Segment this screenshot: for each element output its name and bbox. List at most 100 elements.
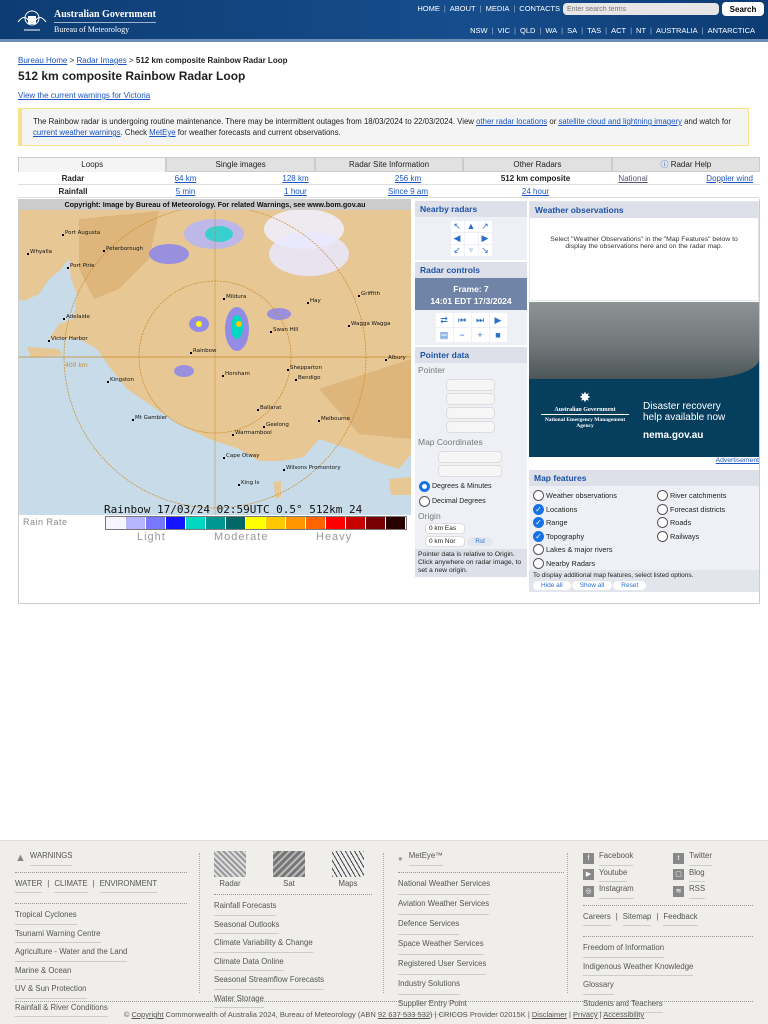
breadcrumb-home[interactable]: Bureau Home xyxy=(18,56,67,65)
footer-link[interactable]: Indigenous Weather Knowledge xyxy=(583,962,694,976)
pointer-field-4[interactable] xyxy=(446,421,495,433)
advertisement-banner[interactable]: ✸ Australian Government National Emergen… xyxy=(529,302,759,457)
footer-link[interactable]: Marine & Ocean xyxy=(15,966,72,980)
arrow-northeast-icon[interactable]: ↗ xyxy=(478,221,492,232)
range-256km-link[interactable]: 256 km xyxy=(395,174,421,183)
footer-link[interactable]: Seasonal Streamflow Forecasts xyxy=(214,975,325,990)
warnings-link[interactable]: View the current warnings for Victoria xyxy=(18,91,150,100)
footer-link[interactable]: Climate Variability & Change xyxy=(214,938,313,953)
search-button[interactable]: Search xyxy=(722,2,764,16)
radar-thumb[interactable]: Radar xyxy=(214,851,246,888)
accessibility-link[interactable]: Accessibility xyxy=(603,1010,644,1019)
footer-link[interactable]: Industry Solutions xyxy=(398,979,460,995)
footer-link[interactable]: Registered User Services xyxy=(398,959,487,975)
nav-home[interactable]: HOME xyxy=(417,4,440,13)
map-coord-field-1[interactable] xyxy=(438,451,502,463)
tab-other-radars[interactable]: Other Radars xyxy=(463,157,612,172)
checkbox-unchecked[interactable] xyxy=(533,557,544,569)
footer-link[interactable]: Freedom of Information xyxy=(583,943,665,958)
state-nav-wa[interactable]: WA xyxy=(545,26,557,35)
feature-lakes-major-rivers[interactable]: Lakes & major rivers xyxy=(533,543,657,557)
footer-careers[interactable]: Careers xyxy=(583,912,611,926)
checkbox-checked[interactable]: ✓ xyxy=(533,530,544,542)
rainfall-1hour-link[interactable]: 1 hour xyxy=(284,187,307,196)
social-rss[interactable]: ≋ RSS xyxy=(673,884,753,899)
checkbox-unchecked[interactable] xyxy=(657,503,668,515)
state-nav-australia[interactable]: AUSTRALIA xyxy=(656,26,698,35)
arrow-north-icon[interactable]: ▲ xyxy=(464,221,478,232)
feature-topography[interactable]: ✓ Topography xyxy=(533,530,657,544)
social-facebook[interactable]: f Facebook xyxy=(583,851,673,866)
feature-nearby-radars[interactable]: Nearby Radars xyxy=(533,557,657,571)
privacy-link[interactable]: Privacy xyxy=(573,1010,598,1019)
play-icon[interactable]: ▶ xyxy=(489,313,507,327)
state-nav-act[interactable]: ACT xyxy=(611,26,626,35)
reset-button[interactable]: Reset xyxy=(613,581,647,590)
maps-thumb[interactable]: Maps xyxy=(332,851,364,888)
other-radars-link[interactable]: other radar locations xyxy=(476,117,547,126)
meteye-link[interactable]: MetEye xyxy=(149,128,175,137)
feature-locations[interactable]: ✓ Locations xyxy=(533,503,657,517)
checkbox-unchecked[interactable] xyxy=(533,490,544,502)
slower-icon[interactable]: − xyxy=(453,328,471,342)
footer-link[interactable]: Seasonal Outlooks xyxy=(214,920,280,934)
arrow-southwest-icon[interactable]: ↙ xyxy=(450,245,464,256)
doppler-wind-link[interactable]: Doppler wind xyxy=(706,174,753,183)
checkbox-unchecked[interactable] xyxy=(533,544,544,556)
toggle-loop-icon[interactable]: ⇄ xyxy=(435,313,453,327)
tab-loops[interactable]: Loops xyxy=(18,157,167,172)
footer-link[interactable]: Climate Data Online xyxy=(214,957,284,971)
rainfall-5min-link[interactable]: 5 min xyxy=(176,187,196,196)
advertisement-link[interactable]: Advertisement xyxy=(716,457,759,464)
footer-climate[interactable]: CLIMATE xyxy=(54,879,88,893)
footer-sitemap[interactable]: Sitemap xyxy=(622,912,652,926)
rainfall-since9am-link[interactable]: Since 9 am xyxy=(388,187,428,196)
pointer-field-1[interactable] xyxy=(446,379,495,391)
map-coord-field-2[interactable] xyxy=(438,465,502,477)
radar-image[interactable]: 400 km Port Augusta Peterborough Whyalla Po… xyxy=(19,199,413,549)
footer-link[interactable]: Tropical Cyclones xyxy=(15,910,77,925)
nav-about[interactable]: ABOUT xyxy=(450,4,476,13)
stop-icon[interactable]: ■ xyxy=(489,328,507,342)
tab-radar-site-info[interactable]: Radar Site Information xyxy=(314,157,464,172)
search-input[interactable] xyxy=(563,3,719,15)
state-nav-tas[interactable]: TAS xyxy=(587,26,601,35)
bom-logo[interactable]: Australian Government Bureau of Meteorolo… xyxy=(14,8,156,34)
faster-icon[interactable]: + xyxy=(471,328,489,342)
range-128km-link[interactable]: 128 km xyxy=(282,174,308,183)
state-nav-sa[interactable]: SA xyxy=(567,26,577,35)
feature-weather-observations[interactable]: Weather observations xyxy=(533,489,657,503)
radar-map[interactable]: 400 km Port Augusta Peterborough Whyalla Po… xyxy=(19,199,411,515)
footer-link[interactable]: Agriculture - Water and the Land xyxy=(15,947,128,962)
social-instagram[interactable]: ◎ Instagram xyxy=(583,884,673,899)
checkbox-checked[interactable]: ✓ xyxy=(533,503,544,515)
hide-all-button[interactable]: Hide all xyxy=(533,581,571,590)
decimal-degrees-radio[interactable]: Decimal Degrees xyxy=(415,494,527,509)
footer-link[interactable]: Tsunami Warning Centre xyxy=(15,929,101,943)
footer-meteye[interactable]: MetEye™ xyxy=(408,851,443,866)
arrow-southeast-icon[interactable]: ↘ xyxy=(478,245,492,256)
social-blog[interactable]: ▢ Blog xyxy=(673,868,753,882)
state-nav-nsw[interactable]: NSW xyxy=(470,26,488,35)
footer-link[interactable]: UV & Sun Protection xyxy=(15,984,87,999)
national-link[interactable]: National xyxy=(618,174,647,183)
feature-roads[interactable]: Roads xyxy=(657,516,726,530)
footer-link[interactable]: Defence Services xyxy=(398,919,460,935)
range-64km-link[interactable]: 64 km xyxy=(175,174,197,183)
warnings-link[interactable]: current weather warnings xyxy=(33,128,121,137)
arrow-northwest-icon[interactable]: ↖ xyxy=(450,221,464,232)
footer-link[interactable]: National Weather Services xyxy=(398,879,491,895)
first-frame-icon[interactable]: ⏮ xyxy=(453,313,471,327)
rainfall-24hour-link[interactable]: 24 hour xyxy=(522,187,549,196)
reset-origin-button[interactable]: Rst xyxy=(467,537,493,546)
social-youtube[interactable]: ▶ Youtube xyxy=(583,868,673,882)
arrow-east-icon[interactable]: ▶ xyxy=(478,233,492,244)
checkbox-unchecked[interactable] xyxy=(657,490,668,502)
degrees-minutes-radio[interactable]: Degrees & Minutes xyxy=(415,479,527,494)
state-nav-qld[interactable]: QLD xyxy=(520,26,535,35)
breadcrumb-radar[interactable]: Radar Images xyxy=(77,56,127,65)
footer-link[interactable]: Aviation Weather Services xyxy=(398,899,490,915)
footer-warnings[interactable]: WARNINGS xyxy=(29,851,73,866)
checkbox-unchecked[interactable] xyxy=(657,530,668,542)
pointer-field-2[interactable] xyxy=(446,393,495,405)
